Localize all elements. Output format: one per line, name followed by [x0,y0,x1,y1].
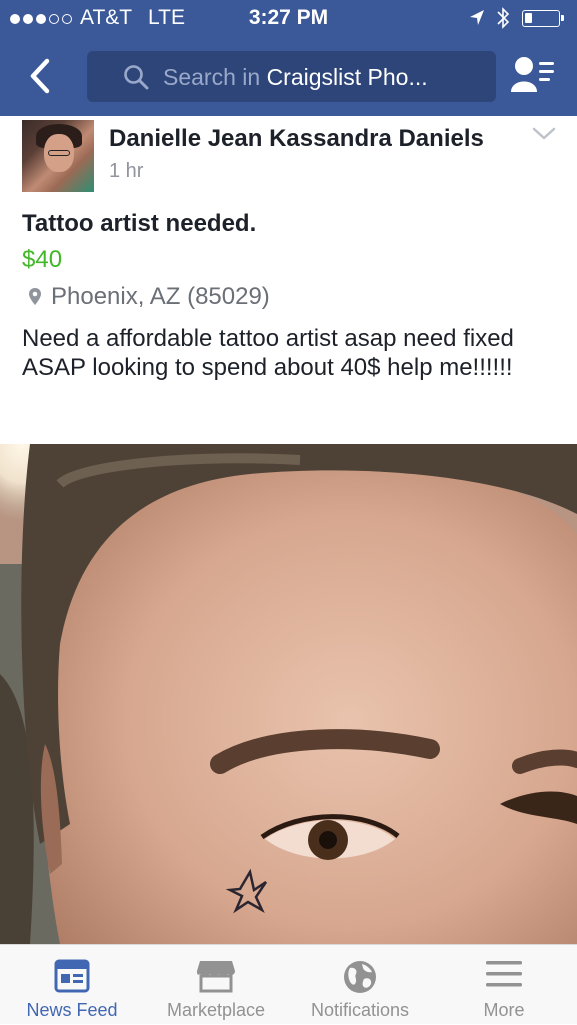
tab-label: Marketplace [166,1000,266,1020]
news-feed-icon [54,959,90,993]
tab-notifications[interactable]: Notifications [288,945,432,1025]
back-chevron-icon[interactable] [22,56,62,96]
listing-description: Need a affordable tattoo artist asap nee… [22,325,514,381]
bottom-tab-bar: News Feed Marketplace Notifications More [0,944,577,1024]
listing-price: $40 [22,246,63,273]
search-icon [124,65,149,90]
author-name[interactable]: Danielle Jean Kassandra Daniels [109,125,484,153]
tab-label: More [483,1000,525,1020]
listing-title[interactable]: Tattoo artist needed. [22,210,256,238]
post-timestamp[interactable]: 1 hr [109,160,143,183]
search-prefix: Search in [163,64,267,90]
status-time: 3:27 PM [248,6,329,29]
listing-photo[interactable] [0,444,577,944]
tab-label: Notifications [310,1000,410,1020]
hamburger-menu-icon [486,961,522,987]
photo-illustration [0,444,577,944]
tab-news-feed[interactable]: News Feed [0,945,144,1025]
author-avatar[interactable] [22,120,94,192]
search-text: Search in Craigslist Pho... [163,64,428,91]
battery-icon [522,10,564,27]
search-field[interactable]: Search in Craigslist Pho... [87,51,496,102]
search-term: Craigslist Pho... [266,64,428,90]
friend-list-icon[interactable] [508,54,558,100]
marketplace-icon [197,961,235,993]
status-bar: AT&T LTE 3:27 PM [0,0,577,38]
tab-more[interactable]: More [432,945,576,1025]
location-arrow-icon [470,10,484,25]
location-pin-icon [29,288,41,305]
listing-location: Phoenix, AZ (85029) [51,283,270,310]
top-bar: AT&T LTE 3:27 PM Search in Craigslist Ph… [0,0,577,116]
tab-label: News Feed [26,1000,118,1020]
tab-marketplace[interactable]: Marketplace [144,945,288,1025]
globe-icon [344,961,376,993]
chevron-down-icon[interactable] [531,126,557,142]
bluetooth-icon [497,7,510,29]
